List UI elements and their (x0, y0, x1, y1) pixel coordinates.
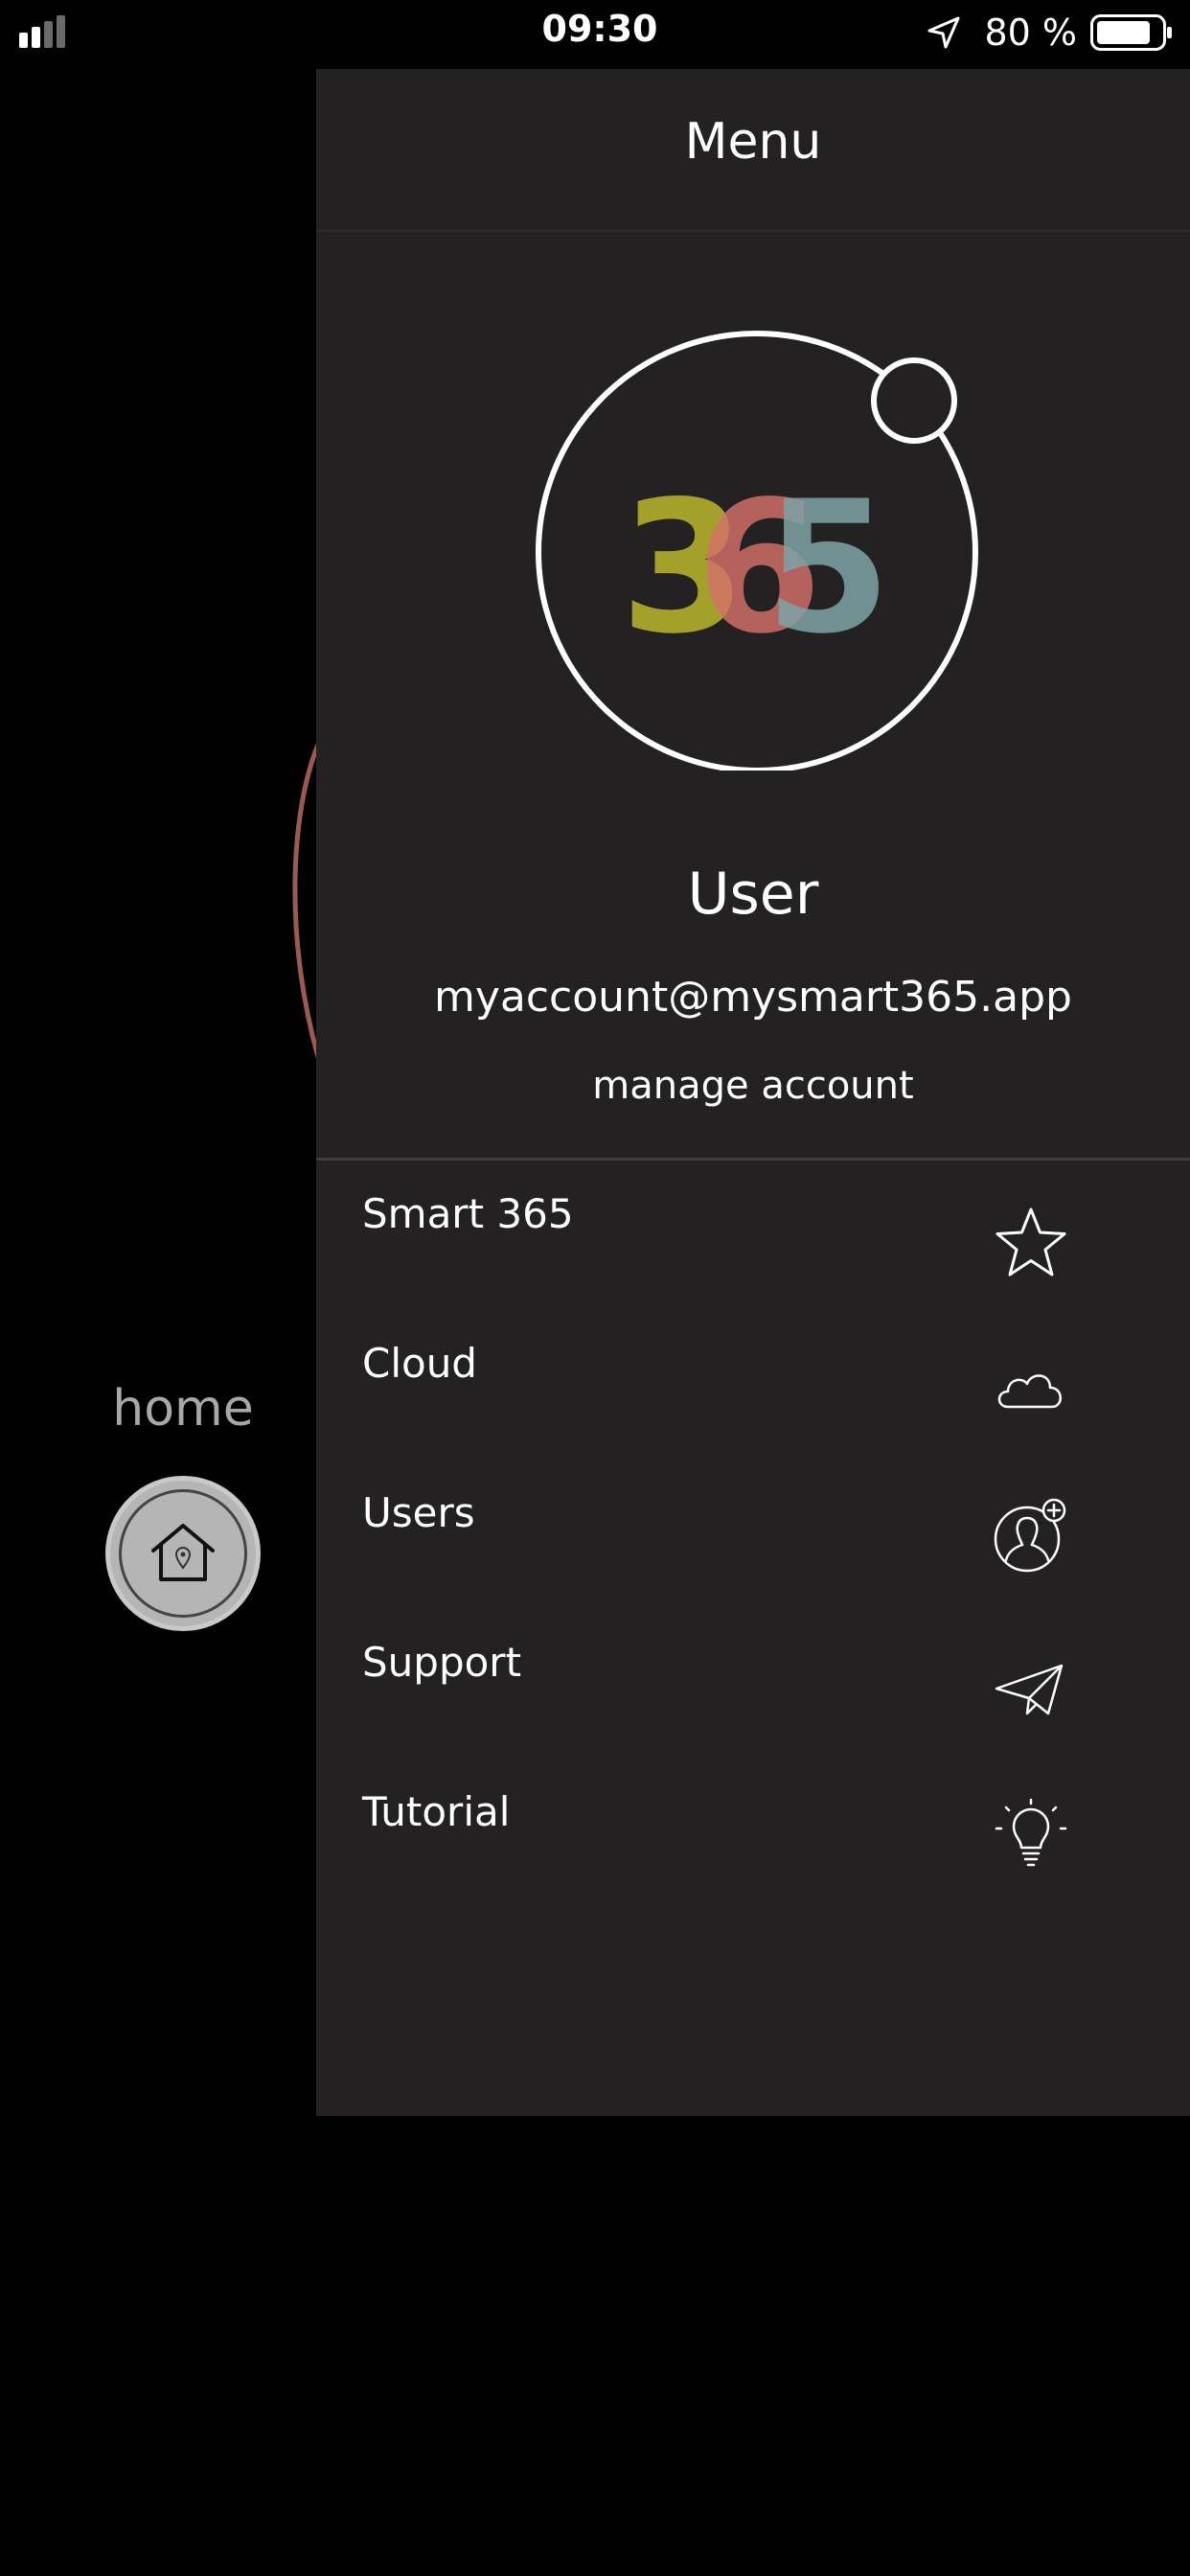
menu-item-label: Users (362, 1489, 475, 1536)
user-add-icon (994, 1498, 1066, 1573)
user-name: User (687, 861, 819, 928)
menu-item-label: Support (362, 1639, 522, 1686)
divider (316, 1158, 1190, 1161)
menu-item-label: Cloud (362, 1340, 477, 1387)
manage-account-link[interactable]: manage account (316, 1064, 1190, 1108)
menu-item-label: Smart 365 (362, 1190, 574, 1237)
menu-drawer: Menu 3 6 5 User myaccount@mysmart365.app… (316, 69, 1190, 2116)
profile-avatar[interactable]: 3 6 5 (535, 326, 979, 770)
brand-logo: 3 6 5 (620, 462, 891, 674)
home-label: home (112, 1380, 254, 1438)
menu-item-tutorial[interactable]: Tutorial (316, 1788, 1190, 1938)
battery-percentage: 80 % (984, 12, 1077, 54)
menu-item-smart-365[interactable]: Smart 365 (316, 1190, 1190, 1340)
home-button[interactable] (105, 1476, 261, 1631)
drawer-title: Menu (684, 113, 822, 171)
paper-plane-icon (995, 1664, 1064, 1715)
house-pin-icon (151, 1524, 215, 1581)
logo-digit-5: 5 (765, 462, 891, 674)
menu-item-label: Tutorial (362, 1788, 511, 1835)
drawer-header: Menu (316, 69, 1190, 232)
menu-item-support[interactable]: Support (316, 1639, 1190, 1788)
menu-item-users[interactable]: Users (316, 1489, 1190, 1639)
star-icon (995, 1208, 1066, 1276)
battery-icon (1090, 14, 1172, 51)
lightbulb-icon (995, 1798, 1067, 1867)
menu-item-cloud[interactable]: Cloud (316, 1340, 1190, 1489)
cloud-icon (997, 1374, 1062, 1409)
user-email: myaccount@mysmart365.app (434, 973, 1072, 1022)
location-arrow-icon (927, 16, 960, 49)
status-bar: 09:30 80 % (0, 0, 1190, 65)
